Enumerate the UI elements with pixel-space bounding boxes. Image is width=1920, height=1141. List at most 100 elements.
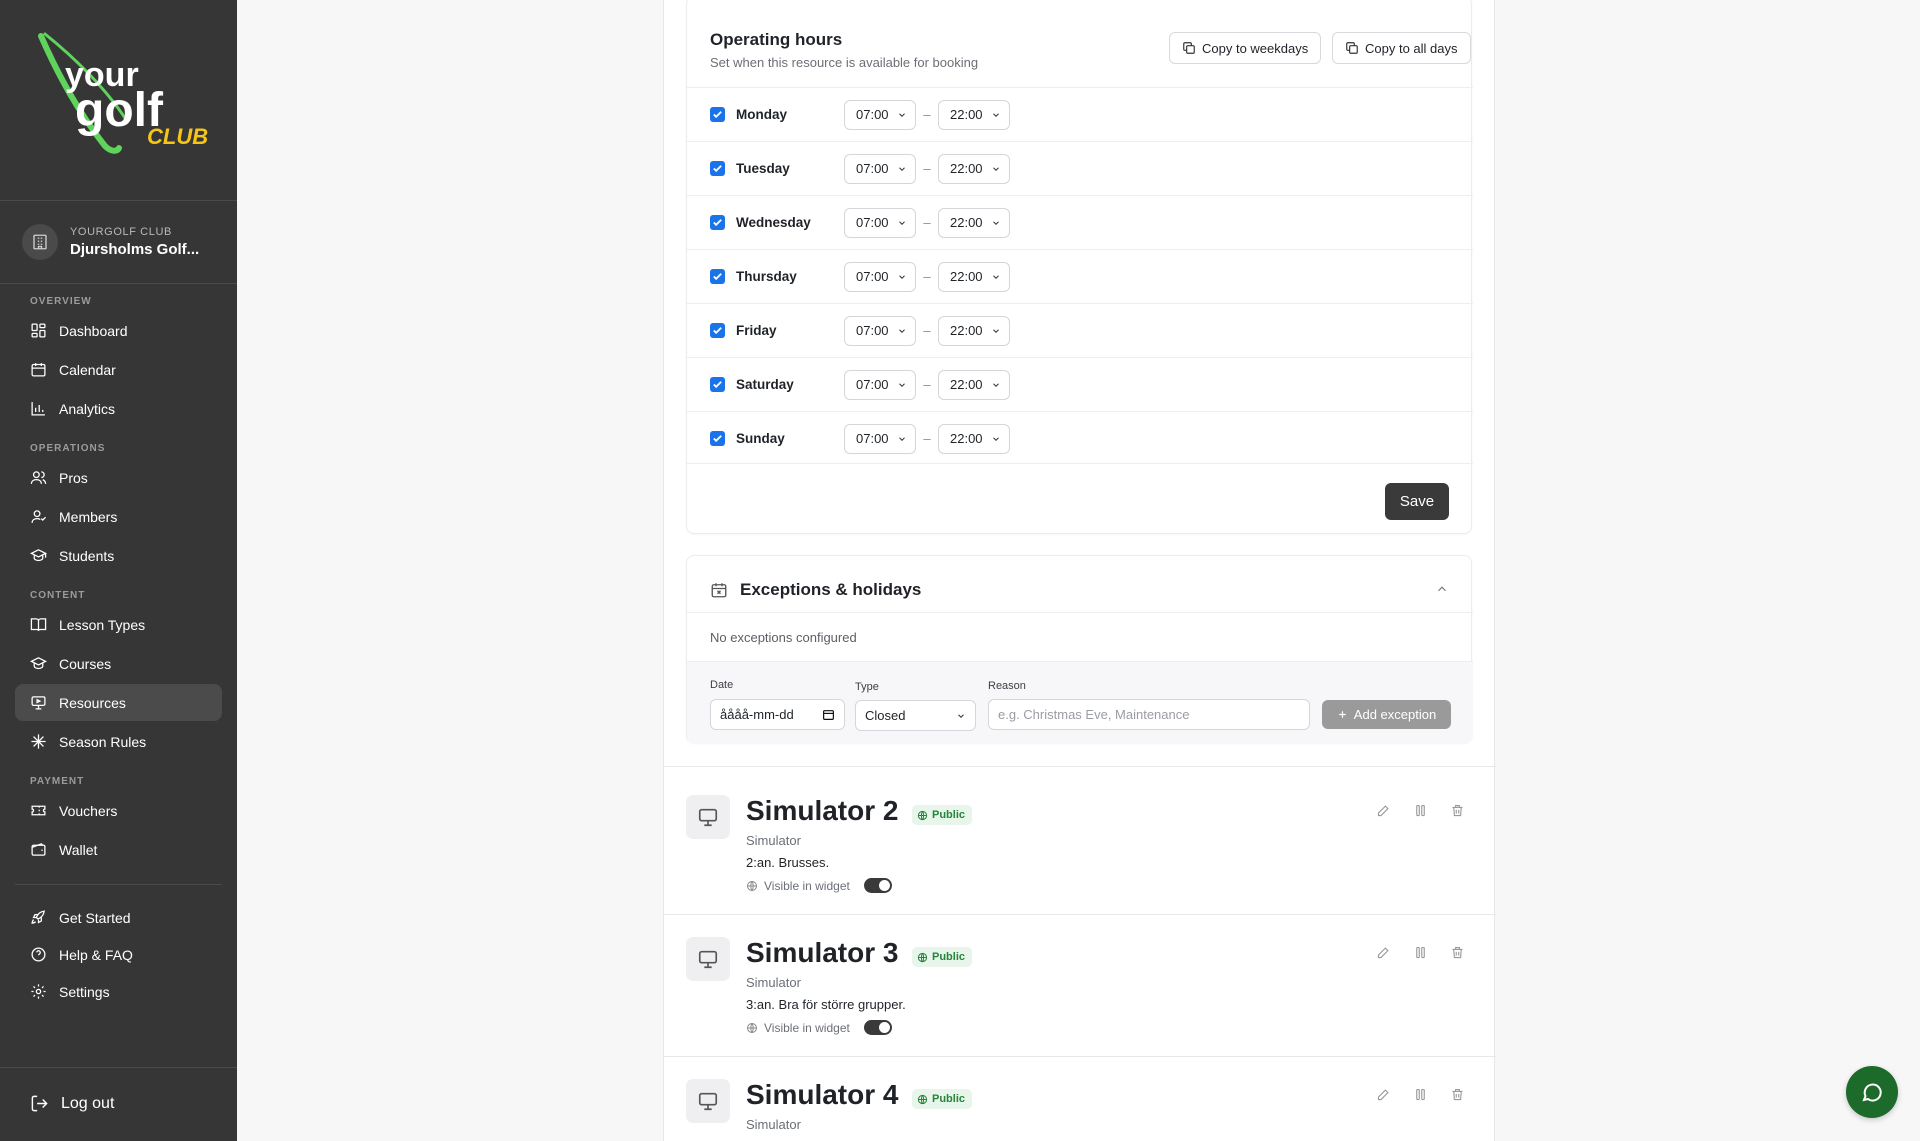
chat-button[interactable] <box>1846 1066 1898 1118</box>
reason-input[interactable]: e.g. Christmas Eve, Maintenance <box>988 699 1310 730</box>
open-time-select[interactable]: 07:00 <box>844 369 916 400</box>
sidebar-item-get-started[interactable]: Get Started <box>15 899 222 936</box>
close-time-select[interactable]: 22:00 <box>938 153 1010 184</box>
resource-item: Simulator 3 Public Simulator 3:an. Bra f… <box>664 915 1496 1055</box>
close-time-select[interactable]: 22:00 <box>938 207 1010 238</box>
edit-button[interactable] <box>1374 943 1392 961</box>
close-time-select[interactable]: 22:00 <box>938 315 1010 346</box>
open-time-select[interactable]: 07:00 <box>844 99 916 130</box>
day-checkbox[interactable] <box>710 215 725 230</box>
visible-in-widget: Visible in widget <box>746 1020 892 1035</box>
pause-button[interactable] <box>1411 801 1429 819</box>
sidebar-item-students[interactable]: Students <box>15 537 222 574</box>
day-name: Sunday <box>736 431 785 446</box>
day-checkbox[interactable] <box>710 431 725 446</box>
sidebar-item-lesson-types[interactable]: Lesson Types <box>15 606 222 643</box>
day-row-sunday: Sunday 07:00 – 22:00 <box>687 411 1473 465</box>
sidebar-item-pros[interactable]: Pros <box>15 459 222 496</box>
open-time-select[interactable]: 07:00 <box>844 153 916 184</box>
exceptions-header[interactable]: Exceptions & holidays <box>710 580 921 600</box>
check-icon <box>713 111 722 119</box>
day-checkbox[interactable] <box>710 269 725 284</box>
day-checkbox[interactable] <box>710 323 725 338</box>
day-checkbox[interactable] <box>710 161 725 176</box>
sidebar-item-resources[interactable]: Resources <box>15 684 222 721</box>
resource-description: 2:an. Brusses. <box>746 855 830 870</box>
sidebar-item-analytics[interactable]: Analytics <box>15 390 222 427</box>
edit-button[interactable] <box>1374 1085 1392 1103</box>
open-time-select[interactable]: 07:00 <box>844 261 916 292</box>
sidebar-item-label: Members <box>59 508 118 525</box>
chevron-down-icon <box>899 382 905 387</box>
chevron-up-icon[interactable] <box>1435 582 1449 601</box>
visible-toggle[interactable] <box>863 1020 892 1035</box>
monitor-icon <box>686 795 730 839</box>
open-time-select[interactable]: 07:00 <box>844 207 916 238</box>
chevron-down-icon <box>993 220 999 225</box>
logout-button[interactable]: Log out <box>15 1085 222 1122</box>
save-button[interactable]: Save <box>1385 483 1449 520</box>
sidebar-item-vouchers[interactable]: Vouchers <box>15 792 222 829</box>
close-time-select[interactable]: 22:00 <box>938 369 1010 400</box>
check-icon <box>713 219 722 227</box>
visible-toggle[interactable] <box>863 878 892 893</box>
day-checkbox[interactable] <box>710 107 725 122</box>
graduation-cap-icon <box>30 549 47 562</box>
chevron-down-icon <box>899 220 905 225</box>
check-icon <box>713 165 722 173</box>
building-icon <box>22 224 58 260</box>
open-time-select[interactable]: 07:00 <box>844 423 916 454</box>
day-checkbox[interactable] <box>710 377 725 392</box>
pause-button[interactable] <box>1411 943 1429 961</box>
ticket-icon <box>31 805 46 816</box>
sidebar-item-calendar[interactable]: Calendar <box>15 351 222 388</box>
logo-swoosh-icon: your golf CLUB <box>38 32 208 154</box>
copy-icon <box>1346 42 1358 54</box>
resource-name: Simulator 2 <box>746 795 899 826</box>
type-label: Type <box>855 681 879 693</box>
day-row-tuesday: Tuesday 07:00 – 22:00 <box>687 141 1473 195</box>
pause-icon <box>1415 804 1425 816</box>
reason-label: Reason <box>988 680 1026 692</box>
close-time-select[interactable]: 22:00 <box>938 261 1010 292</box>
plus-icon <box>1339 711 1346 718</box>
chevron-down-icon <box>899 166 905 171</box>
edit-button[interactable] <box>1374 801 1392 819</box>
sidebar-item-season-rules[interactable]: Season Rules <box>15 723 222 760</box>
resource-name: Simulator 3 <box>746 937 899 968</box>
day-name: Monday <box>736 107 788 122</box>
delete-button[interactable] <box>1448 1085 1466 1103</box>
copy-to-weekdays-button[interactable]: Copy to weekdays <box>1169 32 1322 64</box>
book-icon <box>30 618 47 631</box>
sidebar-item-members[interactable]: Members <box>15 498 222 535</box>
delete-button[interactable] <box>1448 943 1466 961</box>
globe-icon <box>747 1022 757 1033</box>
graduation-cap-icon <box>30 657 47 670</box>
delete-button[interactable] <box>1448 801 1466 819</box>
chevron-down-icon <box>899 112 905 117</box>
sidebar-item-help[interactable]: Help & FAQ <box>15 936 222 973</box>
date-input[interactable]: åååå-mm-dd <box>710 699 845 730</box>
club-switcher[interactable]: YOURGOLF CLUB Djursholms Golf... <box>22 222 199 262</box>
gear-icon <box>31 984 46 999</box>
open-time-select[interactable]: 07:00 <box>844 315 916 346</box>
sidebar-item-dashboard[interactable]: Dashboard <box>15 312 222 349</box>
close-time-select[interactable]: 22:00 <box>938 99 1010 130</box>
yourgolf-logo[interactable]: your golf CLUB <box>35 28 215 168</box>
close-time-select[interactable]: 22:00 <box>938 423 1010 454</box>
sidebar-item-label: Vouchers <box>59 802 118 819</box>
globe-icon <box>917 810 928 820</box>
grid-icon <box>31 323 46 338</box>
pause-button[interactable] <box>1411 1085 1429 1103</box>
copy-to-all-days-button[interactable]: Copy to all days <box>1332 32 1471 64</box>
time-separator: – <box>923 161 931 176</box>
sidebar-item-courses[interactable]: Courses <box>15 645 222 682</box>
exceptions-card: Exceptions & holidays No exceptions conf… <box>686 555 1473 744</box>
section-label-operations: OPERATIONS <box>30 443 106 454</box>
type-select[interactable]: Closed <box>855 700 976 731</box>
resource-type: Simulator <box>746 833 801 848</box>
sidebar-item-settings[interactable]: Settings <box>15 973 222 1010</box>
sidebar-item-label: Settings <box>59 983 110 1000</box>
sidebar-item-wallet[interactable]: Wallet <box>15 831 222 868</box>
add-exception-button[interactable]: Add exception <box>1322 700 1451 729</box>
